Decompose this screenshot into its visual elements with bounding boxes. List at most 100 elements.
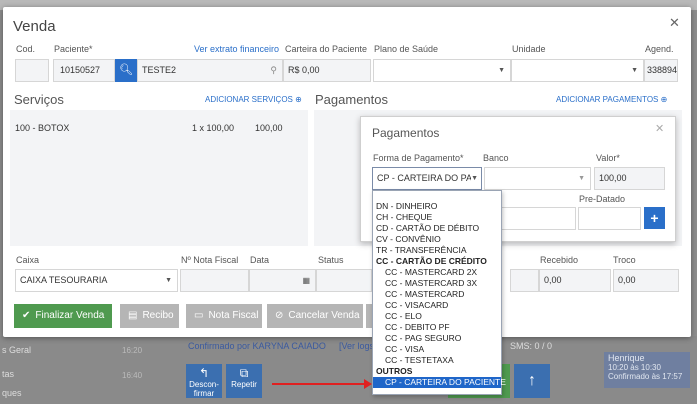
- finalizar-venda-label: Finalizar Venda: [35, 310, 105, 321]
- servicos-title: Serviços: [14, 92, 64, 107]
- cancelar-venda-label: Cancelar Venda: [288, 310, 360, 321]
- dropdown-option[interactable]: CC - VISACARD: [373, 300, 501, 311]
- unidade-select[interactable]: ▼: [511, 59, 644, 82]
- forma-pagamento-label: Forma de Pagamento*: [373, 153, 464, 163]
- cod-label: Cod.: [16, 44, 36, 54]
- nota-fiscal-input[interactable]: [180, 269, 249, 292]
- check-icon: ✔: [22, 310, 31, 321]
- servicos-list: 100 - BOTOX 1 x 100,00 100,00: [10, 110, 308, 246]
- dropdown-group-label: OUTROS: [376, 366, 413, 376]
- adicionar-servicos-label: ADICIONAR SERVIÇOS: [205, 95, 293, 104]
- popup-title: Pagamentos: [372, 126, 440, 140]
- undo-icon: ↰: [198, 366, 210, 380]
- arrow-up-icon: ↑: [528, 372, 536, 389]
- dropdown-option[interactable]: CC - TESTETAXA: [373, 355, 501, 366]
- caixa-select[interactable]: CAIXA TESOURARIA ▼: [15, 269, 178, 292]
- data-label: Data: [250, 255, 270, 265]
- search-icon: ⚲: [270, 65, 277, 75]
- data-input[interactable]: ▦: [249, 269, 316, 292]
- search-button[interactable]: 🔍︎: [115, 59, 137, 82]
- status-input-extra: [510, 269, 539, 292]
- status-input: [316, 269, 372, 292]
- unidade-label: Unidade: [512, 44, 546, 54]
- adicionar-pagamentos-link[interactable]: ADICIONAR PAGAMENTOS ⊕: [556, 95, 667, 104]
- recebido-input: 0,00: [539, 269, 611, 292]
- agend-input: 338894: [644, 59, 678, 82]
- banco-label: Banco: [483, 153, 509, 163]
- dropdown-option[interactable]: DN - DINHEIRO: [373, 201, 501, 212]
- appointment-time: 10:20 às 10:30: [608, 363, 661, 372]
- add-pagamento-button[interactable]: +: [644, 207, 665, 229]
- dropdown-option[interactable]: CC - MASTERCARD 3X: [373, 278, 501, 289]
- dropdown-option[interactable]: CV - CONVÊNIO: [373, 234, 501, 245]
- dropdown-option[interactable]: CD - CARTÃO DE DÉBITO: [373, 223, 501, 234]
- predatado-input[interactable]: [578, 207, 641, 230]
- servico-nome: 100 - BOTOX: [15, 123, 70, 133]
- annotation-arrow: [272, 383, 368, 385]
- troco-input: 0,00: [613, 269, 679, 292]
- background-confirmed-by: Confirmado por KARYNA CAIADO: [188, 341, 326, 351]
- paciente-id-input[interactable]: 10150527: [53, 59, 115, 82]
- dropdown-group-label: CC - CARTÃO DE CRÉDITO: [376, 256, 487, 266]
- print-icon: ▤: [128, 310, 138, 321]
- recibo-label: Recibo: [142, 310, 174, 321]
- background-row-label: ques: [2, 388, 22, 398]
- nota-fiscal-button-label: Nota Fiscal: [208, 310, 259, 321]
- chevron-down-icon: ▼: [578, 175, 585, 182]
- dropdown-option[interactable]: CH - CHEQUE: [373, 212, 501, 223]
- forma-pagamento-value: CP - CARTEIRA DO PAC: [377, 173, 479, 183]
- paciente-nome-input[interactable]: TESTE2 ⚲: [137, 59, 283, 82]
- ver-extrato-link[interactable]: Ver extrato financeiro: [194, 44, 279, 54]
- background-appointment-card[interactable]: Henrique 10:20 às 10:30 Confirmado às 17…: [604, 352, 690, 388]
- background-time: 16:20: [122, 346, 143, 355]
- dropdown-option[interactable]: CC - VISA: [373, 344, 501, 355]
- copy-icon: ⧉: [239, 366, 249, 380]
- carteira-label: Carteira do Paciente: [285, 44, 368, 54]
- chevron-down-icon: ▼: [498, 67, 505, 74]
- adicionar-servicos-link[interactable]: ADICIONAR SERVIÇOS ⊕: [205, 95, 302, 104]
- servico-valor: 100,00: [255, 123, 283, 133]
- background-ver-logs-link[interactable]: [Ver logs: [339, 341, 374, 351]
- forma-pagamento-options: DN - DINHEIRO CH - CHEQUE CD - CARTÃO DE D…: [372, 190, 506, 395]
- cancelar-venda-button[interactable]: ⊘ Cancelar Venda: [267, 304, 363, 328]
- dropdown-option[interactable]: CP - CARTEIRA DO PACIENTE: [373, 377, 506, 388]
- desconfirmar-button[interactable]: ↰ Descon-firmar: [186, 364, 222, 398]
- recibo-button[interactable]: ▤ Recibo: [120, 304, 179, 328]
- annotation-arrow-head: [364, 379, 372, 389]
- cod-input[interactable]: [15, 59, 49, 82]
- chevron-down-icon: ▼: [165, 277, 172, 284]
- popup-field-left[interactable]: [501, 207, 576, 230]
- dropdown-option[interactable]: CC - MASTERCARD: [373, 289, 501, 300]
- status-label: Status: [318, 255, 344, 265]
- dropdown-option[interactable]: CC - PAG SEGURO: [373, 333, 501, 344]
- dropdown-option[interactable]: CC - ELO: [373, 311, 501, 322]
- dropdown-option[interactable]: CC - DEBITO PF: [373, 322, 501, 333]
- servico-quantidade: 1 x 100,00: [192, 123, 235, 133]
- carteira-input: R$ 0,00: [283, 59, 371, 82]
- search-icon: 🔍︎: [119, 64, 133, 76]
- nota-fiscal-button[interactable]: ▭ Nota Fiscal: [186, 304, 262, 328]
- modal-title: Venda: [13, 18, 56, 35]
- adicionar-pagamentos-label: ADICIONAR PAGAMENTOS: [556, 95, 659, 104]
- caixa-label: Caixa: [16, 255, 40, 265]
- valor-input[interactable]: 100,00: [594, 167, 665, 190]
- background-time: 16:40: [122, 371, 143, 380]
- paciente-label: Paciente*: [54, 44, 93, 54]
- repetir-button[interactable]: ⧉ Repetir: [226, 364, 262, 398]
- plus-circle-icon: ⊕: [660, 95, 668, 104]
- forma-pagamento-select[interactable]: CP - CARTEIRA DO PAC ▼: [372, 167, 482, 190]
- dropdown-option[interactable]: TR - TRANSFERÊNCIA: [373, 245, 501, 256]
- plano-label: Plano de Saúde: [374, 44, 439, 54]
- predatado-label: Pre-Datado: [579, 194, 626, 204]
- chevron-down-icon: ▼: [471, 168, 478, 189]
- close-icon[interactable]: ✕: [669, 15, 680, 31]
- close-icon[interactable]: ✕: [655, 122, 664, 135]
- plano-select[interactable]: ▼: [373, 59, 511, 82]
- background-up-button[interactable]: ↑: [514, 364, 550, 398]
- finalizar-venda-button[interactable]: ✔ Finalizar Venda: [14, 304, 112, 328]
- banco-select[interactable]: ▼: [484, 167, 591, 190]
- background-row-label: s Geral: [2, 345, 32, 355]
- plus-icon: +: [650, 210, 659, 226]
- recebido-label: Recebido: [540, 255, 579, 265]
- dropdown-option[interactable]: CC - MASTERCARD 2X: [373, 267, 501, 278]
